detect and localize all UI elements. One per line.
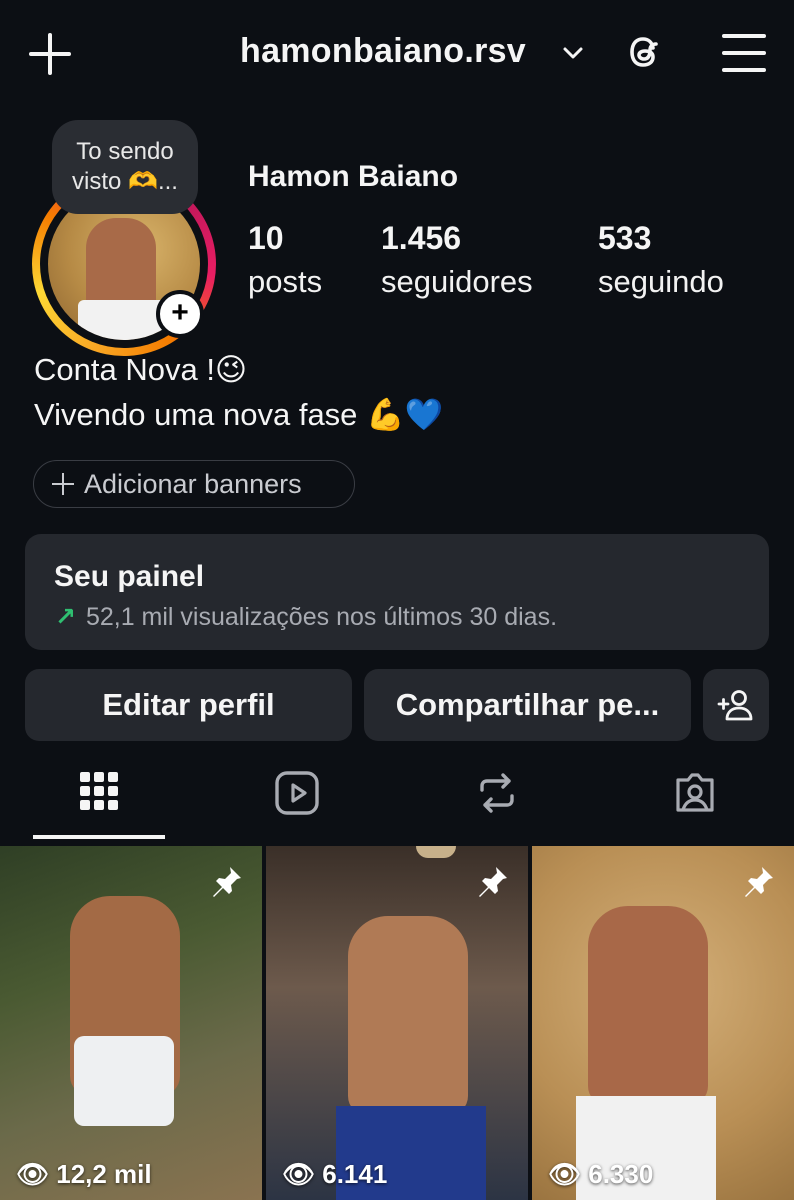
reposts-icon[interactable] [472,768,522,818]
post-views: 👁 12,2 mil [16,1159,152,1189]
dashboard-title: Seu painel [54,560,205,593]
post-views: 👁 6.141 [282,1159,388,1189]
menu-icon[interactable] [722,32,768,74]
pin-icon [479,867,507,897]
threads-icon[interactable] [620,28,668,76]
chevron-down-icon[interactable] [560,40,586,66]
add-person-icon [717,690,753,721]
post-thumbnail[interactable]: 👁 6.330 [532,846,794,1200]
tagged-icon[interactable] [670,768,720,818]
discover-people-button[interactable] [703,669,769,741]
following-count[interactable]: 533 [598,220,651,257]
followers-label[interactable]: seguidores [381,264,533,300]
pin-icon [213,867,241,897]
following-label[interactable]: seguindo [598,264,724,300]
trend-up-icon: ↗ [55,603,76,631]
dashboard-subtitle: ↗ 52,1 mil visualizações nos últimos 30 d… [55,603,558,631]
account-username[interactable]: hamonbaiano.rsv [240,32,526,71]
profile-note[interactable]: To sendo visto 🫶... [52,120,198,214]
share-profile-button[interactable]: Compartilhar pe... [364,669,691,741]
posts-label[interactable]: posts [248,264,322,300]
create-plus-icon[interactable] [26,30,74,78]
posts-count[interactable]: 10 [248,220,284,257]
post-views: 👁 6.330 [548,1159,654,1189]
pin-icon [745,867,773,897]
post-thumbnail[interactable]: 👁 12,2 mil [0,846,262,1200]
reels-icon[interactable] [273,768,323,818]
active-tab-indicator [33,835,165,839]
add-story-button[interactable]: + [156,290,204,338]
professional-dashboard[interactable]: Seu painel ↗ 52,1 mil visualizações nos ú… [25,534,769,650]
edit-profile-button[interactable]: Editar perfil [25,669,352,741]
add-banners-button[interactable]: Adicionar banners [33,460,355,508]
display-name: Hamon Baiano [248,160,459,193]
plus-icon [52,473,74,495]
followers-count[interactable]: 1.456 [381,220,461,257]
bio-line: Vivendo uma nova fase 💪💙 [34,397,444,432]
post-thumbnail[interactable]: 👁 6.141 [266,846,528,1200]
bio-line: Conta Nova !😉 [34,352,248,387]
grid-icon[interactable] [74,768,124,818]
